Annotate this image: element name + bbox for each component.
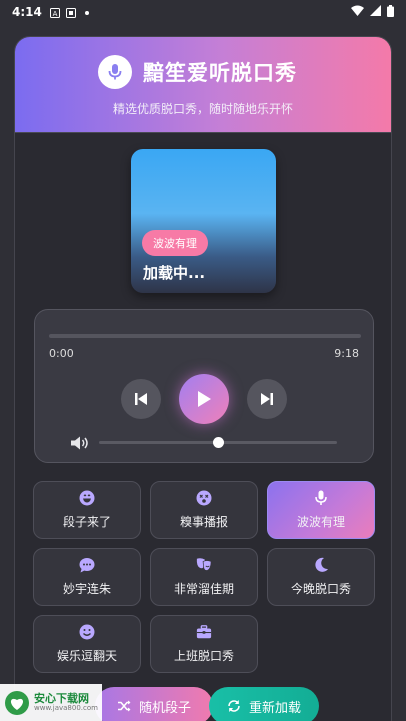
watermark-main: 安心下载网: [34, 691, 89, 705]
track-title: 加载中...: [143, 264, 206, 282]
comment-dots-icon: [79, 557, 95, 573]
category-label: 非常溜佳期: [173, 582, 234, 596]
app-subtitle: 精选优质脱口秀，随时随地乐开怀: [112, 102, 293, 116]
laugh-icon: [79, 490, 95, 506]
category-button[interactable]: 妙宇连朱: [33, 548, 141, 606]
watermark-logo-icon: [5, 690, 29, 715]
reload-label: 重新加载: [248, 700, 301, 716]
category-button[interactable]: 今晚脱口秀: [267, 548, 375, 606]
watermark-text: 安心下载网 www.java800.com: [34, 691, 98, 713]
play-icon: [198, 391, 211, 407]
watermark-url: www.java800.com: [34, 703, 98, 712]
wifi-icon: [351, 5, 364, 19]
category-button[interactable]: 波波有理: [267, 481, 375, 539]
signal-icon: [370, 5, 381, 19]
status-time: 4:14: [12, 5, 42, 19]
status-right: [351, 4, 394, 20]
total-time: 9:18: [334, 347, 359, 360]
category-button[interactable]: 糗事播报: [150, 481, 258, 539]
category-label: 娱乐逗翻天: [56, 649, 117, 663]
volume-slider[interactable]: [99, 437, 337, 448]
volume-slider-thumb[interactable]: [213, 437, 224, 448]
category-label: 段子来了: [62, 515, 111, 529]
random-joke-button[interactable]: 随机段子: [95, 687, 213, 721]
current-category-badge: 波波有理: [142, 230, 208, 256]
briefcase-icon: [196, 624, 212, 640]
play-button[interactable]: [179, 374, 229, 424]
smile-icon: [79, 624, 95, 640]
battery-icon: [387, 4, 394, 20]
next-button[interactable]: [247, 379, 287, 419]
image-notification-icon: [65, 7, 76, 18]
skip-previous-icon: [135, 393, 147, 405]
category-label: 糗事播报: [179, 515, 228, 529]
reload-button[interactable]: 重新加载: [209, 687, 319, 721]
dizzy-face-icon: [196, 490, 212, 506]
current-time: 0:00: [49, 347, 74, 360]
notification-a-icon: A: [49, 7, 60, 18]
app-title: 黯笙爱听脱口秀: [143, 61, 297, 85]
category-button[interactable]: 娱乐逗翻天: [33, 615, 141, 673]
category-button[interactable]: 段子来了: [33, 481, 141, 539]
category-button[interactable]: 非常溜佳期: [150, 548, 258, 606]
album-cover: 波波有理 加载中...: [131, 149, 276, 293]
svg-text:A: A: [52, 10, 57, 18]
main-card: 黯笙爱听脱口秀 精选优质脱口秀，随时随地乐开怀 波波有理 加载中... 0:00…: [14, 36, 392, 721]
category-label: 波波有理: [296, 515, 345, 529]
app-header: 黯笙爱听脱口秀 精选优质脱口秀，随时随地乐开怀: [15, 37, 391, 133]
dot-icon: [82, 7, 92, 17]
category-label: 上班脱口秀: [173, 649, 234, 663]
progress-bar[interactable]: [49, 334, 361, 338]
status-bar: 4:14 A: [0, 0, 406, 24]
category-label: 今晚脱口秀: [290, 582, 351, 596]
random-joke-label: 随机段子: [138, 700, 191, 716]
category-label: 妙宇连朱: [62, 582, 111, 596]
shuffle-icon: [117, 700, 131, 712]
moon-icon: [313, 557, 329, 573]
player-panel: 0:00 9:18: [34, 309, 374, 463]
theater-masks-icon: [196, 557, 212, 573]
skip-next-icon: [261, 393, 273, 405]
category-button[interactable]: 上班脱口秀: [150, 615, 258, 673]
previous-button[interactable]: [121, 379, 161, 419]
microphone-logo-icon: [98, 55, 132, 89]
watermark: 安心下载网 www.java800.com: [0, 684, 102, 721]
microphone-icon: [313, 490, 329, 506]
volume-icon: [70, 435, 90, 454]
refresh-icon: [228, 700, 240, 712]
